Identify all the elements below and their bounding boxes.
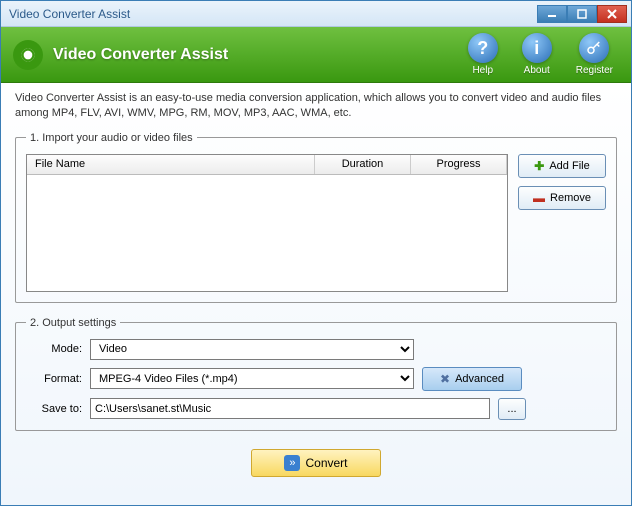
file-table-header: File Name Duration Progress: [27, 155, 507, 175]
format-row: Format: MPEG-4 Video Files (*.mp4) ✖ Adv…: [26, 367, 606, 391]
add-file-button[interactable]: ✚ Add File: [518, 154, 606, 178]
close-button[interactable]: [597, 5, 627, 23]
import-side-buttons: ✚ Add File ▬ Remove: [518, 154, 606, 292]
plus-icon: ✚: [534, 159, 544, 173]
add-file-label: Add File: [549, 160, 589, 172]
minus-icon: ▬: [533, 191, 545, 205]
saveto-label: Save to:: [26, 403, 82, 415]
import-legend: 1. Import your audio or video files: [26, 132, 197, 144]
mode-label: Mode:: [26, 343, 82, 355]
window-title: Video Converter Assist: [9, 7, 537, 21]
col-duration[interactable]: Duration: [315, 155, 411, 174]
minimize-button[interactable]: [537, 5, 567, 23]
advanced-button[interactable]: ✖ Advanced: [422, 367, 522, 391]
key-icon: [579, 33, 609, 63]
help-icon: ?: [468, 33, 498, 63]
maximize-button[interactable]: [567, 5, 597, 23]
register-button[interactable]: Register: [576, 33, 613, 76]
output-fieldset: 2. Output settings Mode: Video Format: M…: [15, 317, 617, 431]
ribbon: Video Converter Assist ? Help i About Re…: [1, 27, 631, 83]
window-controls: [537, 5, 627, 23]
output-legend: 2. Output settings: [26, 317, 120, 329]
saveto-input[interactable]: [90, 398, 490, 419]
register-label: Register: [576, 65, 613, 76]
arrow-right-icon: »: [284, 455, 300, 471]
remove-label: Remove: [550, 192, 591, 204]
content-area: Video Converter Assist is an easy-to-use…: [1, 83, 631, 505]
output-rows: Mode: Video Format: MPEG-4 Video Files (…: [26, 339, 606, 420]
browse-label: ...: [507, 403, 516, 415]
about-button[interactable]: i About: [522, 33, 552, 76]
description-text: Video Converter Assist is an easy-to-use…: [15, 91, 617, 122]
file-table[interactable]: File Name Duration Progress: [26, 154, 508, 292]
app-window: Video Converter Assist Video Converter A…: [0, 0, 632, 506]
mode-select[interactable]: Video: [90, 339, 414, 360]
import-fieldset: 1. Import your audio or video files File…: [15, 132, 617, 303]
mode-row: Mode: Video: [26, 339, 606, 360]
help-button[interactable]: ? Help: [468, 33, 498, 76]
import-body: File Name Duration Progress ✚ Add File ▬…: [26, 154, 606, 292]
col-filename[interactable]: File Name: [27, 155, 315, 174]
browse-button[interactable]: ...: [498, 398, 526, 420]
file-table-body[interactable]: [27, 175, 507, 291]
saveto-row: Save to: ...: [26, 398, 606, 420]
convert-label: Convert: [305, 456, 347, 470]
convert-button[interactable]: » Convert: [251, 449, 381, 477]
titlebar: Video Converter Assist: [1, 1, 631, 27]
advanced-label: Advanced: [455, 373, 504, 385]
ribbon-title: Video Converter Assist: [53, 46, 468, 64]
col-progress[interactable]: Progress: [411, 155, 507, 174]
format-label: Format:: [26, 373, 82, 385]
format-select[interactable]: MPEG-4 Video Files (*.mp4): [90, 368, 414, 389]
footer: » Convert: [15, 445, 617, 485]
app-logo-icon: [13, 40, 43, 70]
tools-icon: ✖: [440, 372, 450, 386]
about-label: About: [524, 65, 550, 76]
ribbon-buttons: ? Help i About Register: [468, 33, 613, 76]
help-label: Help: [472, 65, 493, 76]
info-icon: i: [522, 33, 552, 63]
remove-button[interactable]: ▬ Remove: [518, 186, 606, 210]
